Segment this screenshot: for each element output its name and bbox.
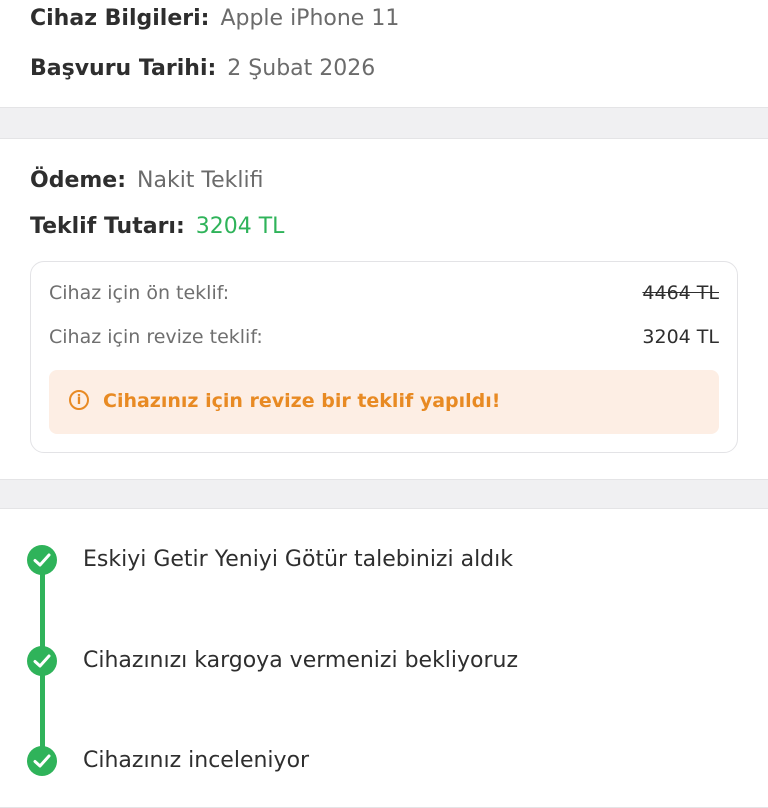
offer-amount-row: Teklif Tutarı: 3204 TL: [30, 212, 284, 242]
check-icon: [27, 545, 57, 575]
status-timeline-card: Eskiyi Getir Yeniyi Götür talebinizi ald…: [0, 508, 768, 808]
revised-offer-alert: i Cihazınız için revize bir teklif yapıl…: [49, 370, 719, 434]
device-label: Cihaz Bilgileri:: [30, 6, 210, 31]
application-date-value: 2 Şubat 2026: [227, 56, 376, 81]
offer-details-box: Cihaz için ön teklif: 4464 TL Cihaz için…: [30, 261, 738, 453]
application-date-row: Başvuru Tarihi: 2 Şubat 2026: [30, 54, 375, 84]
application-date-label: Başvuru Tarihi:: [30, 56, 217, 81]
check-icon: [27, 746, 57, 776]
payment-value: Nakit Teklifi: [137, 168, 264, 193]
pre-offer-label: Cihaz için ön teklif:: [49, 282, 230, 304]
offer-amount-label: Teklif Tutarı:: [30, 214, 185, 239]
timeline-step-label: Cihazınız inceleniyor: [83, 748, 310, 773]
check-icon: [27, 646, 57, 676]
offer-amount-value: 3204 TL: [195, 214, 285, 239]
timeline-step-label: Cihazınızı kargoya vermenizi bekliyoruz: [83, 648, 519, 673]
revised-offer-value: 3204 TL: [642, 326, 719, 348]
pre-offer-value: 4464 TL: [642, 282, 719, 304]
device-value: Apple iPhone 11: [220, 6, 400, 31]
device-row: Cihaz Bilgileri: Apple iPhone 11: [30, 4, 399, 34]
timeline-step-label: Eskiyi Getir Yeniyi Götür talebinizi ald…: [83, 547, 513, 572]
revised-offer-row: Cihaz için revize teklif: 3204 TL: [49, 324, 719, 350]
payment-label: Ödeme:: [30, 168, 127, 193]
payment-card: Ödeme: Nakit Teklifi Teklif Tutarı: 3204…: [0, 138, 768, 480]
alert-message: Cihazınız için revize bir teklif yapıldı…: [103, 390, 501, 412]
revised-offer-label: Cihaz için revize teklif:: [49, 326, 263, 348]
payment-row: Ödeme: Nakit Teklifi: [30, 166, 263, 196]
pre-offer-row: Cihaz için ön teklif: 4464 TL: [49, 280, 719, 306]
info-icon: i: [69, 390, 89, 410]
device-info-card: Cihaz Bilgileri: Apple iPhone 11 Başvuru…: [0, 0, 768, 108]
